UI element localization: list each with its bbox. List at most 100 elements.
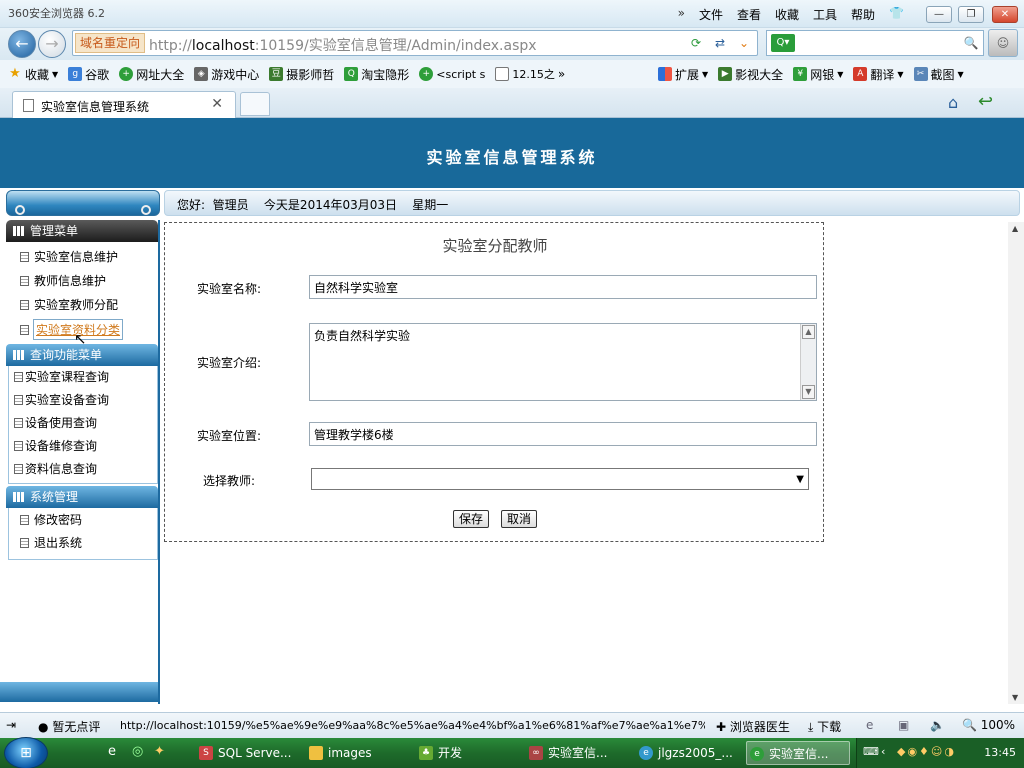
ext-bank[interactable]: ¥ 网银 ▼ [793, 66, 843, 83]
close-window-button[interactable]: ✕ [992, 6, 1018, 23]
window-icon[interactable]: ▣ [898, 718, 909, 732]
ext-video[interactable]: ▶ 影视大全 [718, 66, 783, 83]
address-toolbar: ← → 域名重定向 http://localhost:10159/实验室信息管理… [0, 28, 1024, 60]
sidebar: 管理菜单 实验室信息维护 教师信息维护 实验室教师分配 实验室资料分类 ↖ 查询… [0, 220, 160, 704]
search-engine-icon[interactable]: Q▾ [771, 34, 795, 52]
quicklaunch-ie-icon[interactable]: e [108, 744, 116, 759]
sidebar-item-lab-teacher[interactable]: 实验室教师分配 [20, 296, 118, 313]
user-avatar[interactable]: ☺ [988, 29, 1018, 57]
teacher-select-label: 选择教师: [203, 474, 256, 488]
search-icon[interactable]: 🔍 [961, 33, 981, 53]
lab-name-field[interactable]: 自然科学实验室 [309, 275, 817, 299]
tree-icon: ♣ [419, 746, 433, 760]
vs-icon: ∞ [529, 746, 543, 760]
quicklaunch-app-icon[interactable]: ✦ [154, 744, 165, 759]
dropdown-icon[interactable]: ⌄ [735, 34, 753, 52]
lab-intro-textarea[interactable]: 负责自然科学实验 ▲ ▼ [309, 323, 817, 401]
fav-google[interactable]: g 谷歌 [68, 66, 109, 83]
page-icon [14, 394, 23, 405]
search-box[interactable]: Q▾ 🔍 [766, 30, 984, 56]
more-icon[interactable]: » [558, 67, 565, 81]
tab-active[interactable]: 实验室信息管理系统 ✕ [12, 91, 236, 119]
minimize-button[interactable]: — [926, 6, 952, 23]
fav-taobao[interactable]: Q 淘宝隐形 [344, 66, 409, 83]
taskbar-lab-2[interactable]: e 实验室信... [746, 741, 850, 765]
sidebar-item-logout[interactable]: 退出系统 [20, 534, 82, 551]
browser-doctor[interactable]: ✚ 浏览器医生 [716, 718, 790, 735]
sidebar-item-change-password[interactable]: 修改密码 [20, 511, 82, 528]
sidebar-item-repair-query[interactable]: 设备维修查询 [14, 437, 97, 454]
fav-collect[interactable]: ★ 收藏 ▼ [8, 66, 58, 83]
page-scrollbar[interactable]: ▲ ▼ [1008, 222, 1024, 704]
fav-1215[interactable]: 12.15之» [495, 66, 565, 82]
fav-photo[interactable]: 豆摄影师哲 [269, 66, 334, 83]
textarea-scrollbar[interactable]: ▲ ▼ [800, 324, 816, 400]
taskbar-lab-1[interactable]: ∞ 实验室信... [526, 741, 630, 765]
fav-sites[interactable]: + 网址大全 [119, 66, 184, 83]
sidebar-toggle-icon[interactable]: ⇥ [6, 718, 16, 732]
sidebar-item-material-category[interactable]: 实验室资料分类 [20, 319, 124, 340]
skin-icon[interactable]: 👕 [889, 6, 904, 23]
tab-close-icon[interactable]: ✕ [211, 96, 223, 112]
ext-screenshot[interactable]: ✂ 截图 ▼ [913, 66, 964, 83]
tray-expand-icon[interactable]: ‹ [881, 745, 885, 758]
fav-script[interactable]: + <script s [419, 67, 485, 81]
refresh-icon[interactable]: ⟳ [687, 34, 705, 52]
save-button[interactable]: 保存 [453, 510, 490, 528]
site-icon: + [419, 67, 434, 81]
cancel-button[interactable]: 取消 [501, 510, 538, 528]
menu-help[interactable]: 帮助 [851, 6, 875, 23]
redirect-badge[interactable]: 域名重定向 [75, 33, 146, 53]
address-bar[interactable]: 域名重定向 http://localhost:10159/实验室信息管理/Adm… [72, 30, 758, 56]
ie-icon[interactable]: e [866, 718, 873, 732]
taskbar-images[interactable]: images [306, 741, 410, 765]
teacher-select[interactable]: ▼ [311, 468, 809, 490]
scroll-up-icon[interactable]: ▲ [1012, 224, 1018, 233]
clock[interactable]: 13:45 [984, 746, 1016, 759]
rating-status[interactable]: ● 暂无点评 [38, 718, 100, 735]
scroll-up-icon[interactable]: ▲ [802, 325, 815, 339]
tray-keyboard-icon[interactable]: ⌨ [863, 745, 879, 758]
scroll-down-icon[interactable]: ▼ [802, 385, 815, 399]
menu-more-icon[interactable]: » [678, 6, 685, 23]
ie-icon: e [639, 746, 653, 760]
forward-button[interactable]: → [38, 30, 66, 58]
home-icon[interactable]: ⌂ [948, 93, 958, 112]
fav-games[interactable]: ◈ 游戏中心 [194, 66, 259, 83]
ring-icon [141, 205, 151, 215]
scroll-down-icon[interactable]: ▼ [1012, 693, 1018, 702]
sidebar-item-teacher-info[interactable]: 教师信息维护 [20, 272, 106, 289]
sidebar-item-material-query[interactable]: 资料信息查询 [14, 460, 97, 477]
taskbar-jlgzs[interactable]: e jlgzs2005_... [636, 741, 740, 765]
menu-file[interactable]: 文件 [699, 6, 723, 23]
tray-apps-icon[interactable]: ◆◉♦☺◑ [897, 745, 956, 758]
sidebar-item-lab-info[interactable]: 实验室信息维护 [20, 248, 118, 265]
sidebar-group-query[interactable]: 查询功能菜单 [6, 344, 158, 366]
menu-tools[interactable]: 工具 [813, 6, 837, 23]
chevron-down-icon: ▼ [837, 69, 844, 79]
undo-close-icon[interactable]: ↩ [978, 91, 993, 112]
zoom-control[interactable]: 🔍 100% [962, 718, 1015, 732]
maximize-button[interactable]: ❐ [958, 6, 984, 23]
sidebar-group-manage[interactable]: 管理菜单 [6, 220, 158, 242]
ext-extend[interactable]: 扩展 ▼ [658, 66, 708, 83]
sidebar-item-usage-query[interactable]: 设备使用查询 [14, 414, 97, 431]
ext-translate[interactable]: A 翻译 ▼ [853, 66, 904, 83]
volume-icon[interactable]: 🔈 [930, 718, 945, 732]
taskbar-dev[interactable]: ♣ 开发 [416, 741, 520, 765]
new-tab-button[interactable] [240, 92, 270, 116]
sidebar-item-course-query[interactable]: 实验室课程查询 [14, 368, 109, 385]
menu-favorites[interactable]: 收藏 [775, 6, 799, 23]
taskbar-sql-server[interactable]: S SQL Serve... [196, 741, 300, 765]
sidebar-group-system[interactable]: 系统管理 [6, 486, 158, 508]
start-button[interactable]: ⊞ [4, 737, 48, 768]
quicklaunch-360-icon[interactable]: ◎ [132, 744, 143, 759]
lab-location-field[interactable]: 管理教学楼6楼 [309, 422, 817, 446]
menu-view[interactable]: 查看 [737, 6, 761, 23]
compat-mode-icon[interactable]: ⇄ [711, 34, 729, 52]
back-button[interactable]: ← [8, 30, 36, 58]
download-button[interactable]: ⤓ 下载 [808, 718, 841, 735]
page-icon [20, 251, 29, 262]
sidebar-item-equipment-query[interactable]: 实验室设备查询 [14, 391, 109, 408]
url-text[interactable]: http://localhost:10159/实验室信息管理/Admin/ind… [149, 35, 537, 55]
